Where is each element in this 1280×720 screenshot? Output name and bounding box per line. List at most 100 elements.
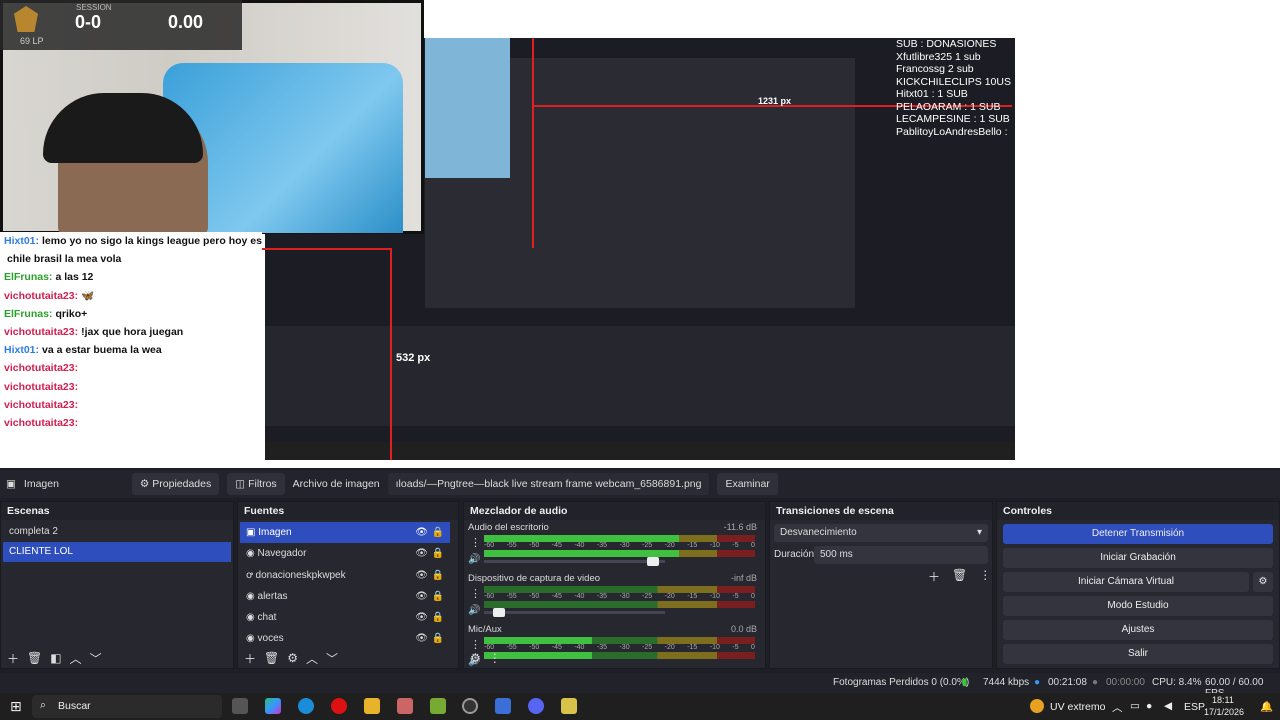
lock-icon[interactable]: 🔒: [432, 607, 444, 628]
exit-button[interactable]: Salir: [1003, 644, 1273, 664]
sub-entry: PELAOARAM : 1 SUB: [1076, 97, 1256, 118]
chevron-down-icon[interactable]: ﹀: [326, 650, 338, 667]
audio-mixer-dock: Mezclador de audio Audio del escritorio -…: [463, 501, 766, 669]
app-icon[interactable]: [397, 698, 413, 714]
file-explorer-icon[interactable]: [364, 698, 380, 714]
obs-icon[interactable]: [462, 698, 478, 714]
browse-button[interactable]: Examinar: [717, 473, 778, 495]
visibility-eye-icon[interactable]: 👁: [415, 522, 428, 543]
chevron-up-icon[interactable]: ︿: [1112, 700, 1123, 715]
language-indicator[interactable]: ESP: [1184, 701, 1205, 713]
preview-canvas[interactable]: 532 px 1231 px SUB : DONASIONES Xfutlibre…: [0, 0, 1280, 468]
lock-icon[interactable]: 🔒: [432, 628, 444, 649]
weather-label[interactable]: UV extremo: [1050, 701, 1105, 713]
visibility-eye-icon[interactable]: 👁: [415, 543, 428, 564]
add-icon[interactable]: ＋: [928, 568, 940, 585]
volume-slider[interactable]: [484, 557, 665, 566]
add-icon[interactable]: ＋: [7, 650, 19, 667]
notification-icon[interactable]: 🔔: [1260, 700, 1273, 713]
taskbar-search[interactable]: ⌕ Buscar: [32, 695, 222, 718]
level-meter: [484, 637, 755, 644]
weather-icon: [1030, 699, 1044, 713]
visibility-eye-icon[interactable]: 👁: [415, 607, 428, 628]
sub-entry: PablitoyLoAndresBello :: [1076, 140, 1268, 161]
chat-username: Hixt01:: [4, 344, 40, 357]
trash-icon[interactable]: 🗑: [27, 651, 42, 665]
virtual-camera-settings-icon[interactable]: ⚙: [1253, 572, 1273, 592]
volume-icon[interactable]: ◀: [1164, 700, 1172, 712]
task-view-icon[interactable]: [232, 698, 248, 714]
scene-item[interactable]: CLIENTE LOL: [3, 542, 231, 562]
lock-icon[interactable]: 🔒: [432, 543, 444, 564]
transitions-toolbar: ＋ 🗑 ⋮: [928, 568, 991, 585]
channel-menu-icon[interactable]: ⋮: [470, 536, 481, 549]
transitions-title: Transiciones de escena: [770, 502, 992, 520]
visibility-eye-icon[interactable]: 👁: [415, 586, 428, 607]
chevron-down-icon[interactable]: ﹀: [90, 650, 102, 667]
chat-text: lemo yo no sigo la kings league pero hoy…: [42, 235, 262, 247]
settings-button[interactable]: Ajustes: [1003, 620, 1273, 640]
properties-button[interactable]: ⚙ Propiedades: [131, 473, 220, 495]
discord-icon[interactable]: [528, 698, 544, 714]
filter-icon[interactable]: ◧: [50, 651, 61, 665]
scene-item[interactable]: completa 2: [3, 522, 231, 542]
chevron-up-icon[interactable]: ︿: [306, 650, 318, 667]
mic-icon[interactable]: ●: [1146, 700, 1152, 712]
trash-icon[interactable]: 🗑: [952, 568, 967, 585]
guide-line: [242, 248, 392, 250]
visibility-eye-icon[interactable]: 👁: [415, 628, 428, 649]
transition-select[interactable]: Desvanecimiento ▾: [774, 524, 988, 542]
speaker-icon[interactable]: 🔊: [468, 554, 480, 565]
sub-entry: Xfutlibre325 1 sub: [1076, 11, 1222, 32]
source-item[interactable]: ◉ voces 👁 🔒: [240, 628, 450, 649]
chevron-up-icon[interactable]: ︿: [70, 650, 82, 667]
app-icon[interactable]: [430, 698, 446, 714]
gear-icon[interactable]: ⚙: [287, 651, 298, 665]
stop-stream-button[interactable]: Detener Transmisión: [1003, 524, 1273, 544]
studio-mode-button[interactable]: Modo Estudio: [1003, 596, 1273, 616]
image-path-field[interactable]: ıloads/—Pngtree—black live stream frame …: [387, 473, 710, 495]
channel-menu-icon[interactable]: ⋮: [470, 587, 481, 600]
filters-button[interactable]: ◫ Filtros: [227, 473, 285, 495]
copilot-icon[interactable]: [265, 698, 281, 714]
source-item[interactable]: ◉ alertas 👁 🔒: [240, 586, 450, 607]
volume-slider[interactable]: [484, 608, 665, 617]
add-icon[interactable]: ＋: [244, 650, 256, 667]
source-type-icon: ꝍ: [246, 569, 256, 581]
meter-tick: 0: [751, 542, 755, 549]
lock-icon[interactable]: 🔒: [432, 586, 444, 607]
visibility-eye-icon[interactable]: 👁: [415, 565, 428, 586]
lock-icon[interactable]: 🔒: [432, 522, 444, 543]
controls-title: Controles: [997, 502, 1279, 520]
source-item[interactable]: ꝍ donacioneskpkwpek 👁 🔒: [240, 565, 450, 586]
clock-time[interactable]: 18:11: [1212, 695, 1234, 705]
windows-start-icon[interactable]: ⊞: [10, 698, 22, 715]
session-label: SESSION: [76, 3, 112, 12]
duration-input[interactable]: 500 ms: [814, 546, 988, 564]
meter-tick: -60: [484, 593, 495, 600]
start-recording-button[interactable]: Iniciar Grabación: [1003, 548, 1273, 568]
guide-px-label: 532 px: [396, 352, 431, 364]
gear-icon[interactable]: ⚙: [470, 651, 481, 665]
speaker-icon[interactable]: 🔊: [468, 605, 480, 616]
source-item[interactable]: ◉ Navegador 👁 🔒: [240, 543, 450, 564]
source-item[interactable]: ◉ chat 👁 🔒: [240, 607, 450, 628]
scene-list: completa 2 CLIENTE LOL: [1, 520, 233, 564]
trash-icon[interactable]: 🗑: [264, 651, 279, 665]
source-item[interactable]: ▣ Imagen 👁 🔒: [240, 522, 450, 544]
chat-message: ElFrunas: a las 12: [0, 268, 262, 286]
channel-name: Mic/Aux: [468, 624, 502, 635]
edge-icon[interactable]: [298, 698, 314, 714]
app-icon[interactable]: [561, 698, 577, 714]
clock-date[interactable]: 17/1/2026: [1204, 707, 1244, 717]
network-icon[interactable]: ▭: [1130, 700, 1140, 712]
more-icon[interactable]: ⋮: [979, 568, 991, 585]
level-meter: [484, 601, 755, 608]
opera-icon[interactable]: [331, 698, 347, 714]
mixer-channel: Audio del escritorio -11.6 dB ⋮ -60 -55 -50 -4…: [464, 520, 765, 571]
more-icon[interactable]: ⋮: [489, 651, 501, 665]
store-icon[interactable]: [495, 698, 511, 714]
sub-entry: KICKCHILECLIPS 10US: [1076, 54, 1274, 75]
start-virtual-camera-button[interactable]: Iniciar Cámara Virtual: [1003, 572, 1249, 592]
lock-icon[interactable]: 🔒: [432, 565, 444, 586]
